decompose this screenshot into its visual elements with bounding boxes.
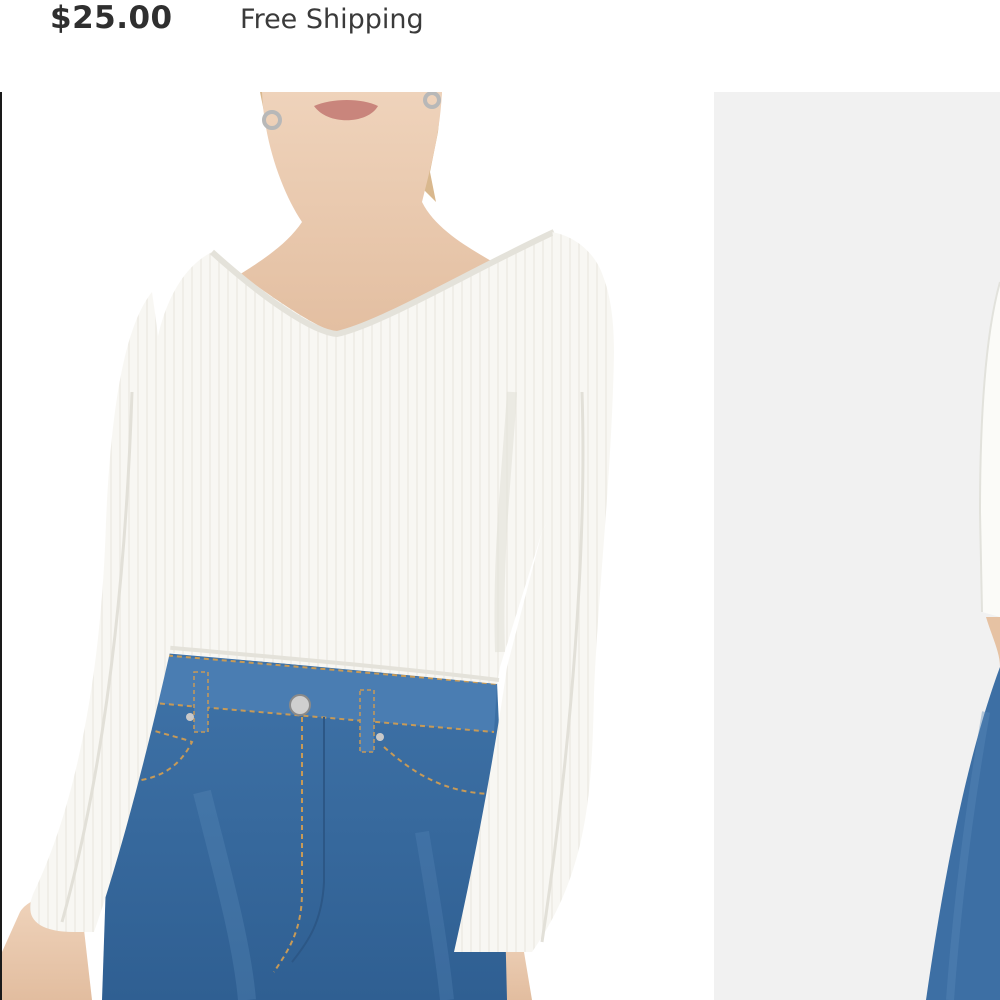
product-image-next[interactable] [714,92,1000,1000]
product-image-main[interactable] [2,92,713,1000]
product-photo-partial [714,92,1000,1000]
price-header: $25.00 Free Shipping [0,0,1000,92]
product-photo-front [2,92,614,1000]
shipping-label: Free Shipping [240,4,424,35]
image-carousel[interactable] [2,92,1000,1000]
price-label: $25.00 [50,0,173,36]
